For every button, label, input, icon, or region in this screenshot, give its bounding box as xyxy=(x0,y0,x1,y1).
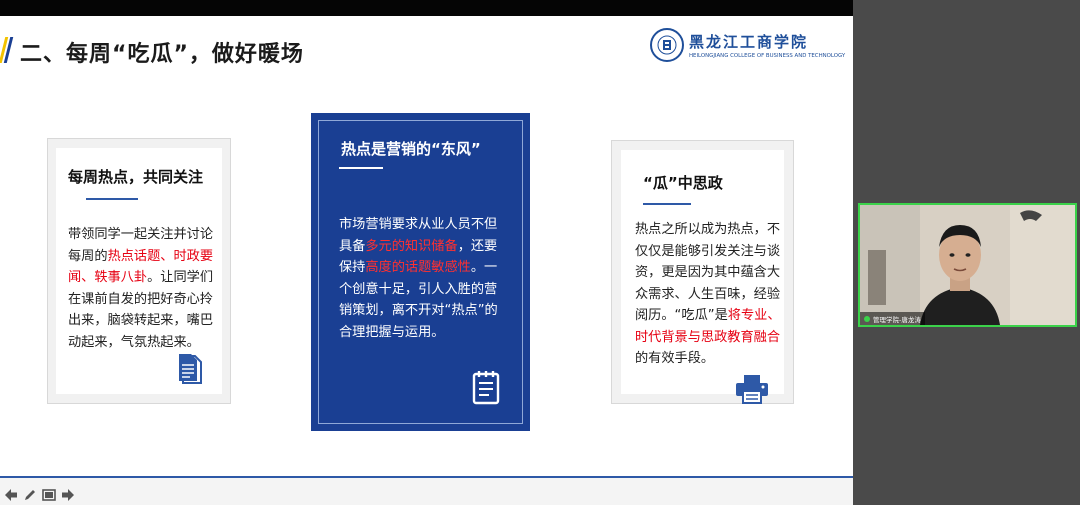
school-seal-icon xyxy=(650,28,684,62)
card-divider xyxy=(86,198,138,200)
document-icon xyxy=(179,354,202,384)
microphone-icon xyxy=(864,315,870,322)
slides-overview-button[interactable] xyxy=(41,487,56,502)
card-body: 热点之所以成为热点，不仅仅是能够引发关注与谈资，更是因为其中蕴含大众需求、人生百… xyxy=(635,222,781,366)
participant-video-tile[interactable]: 管理学院-唐龙涛 xyxy=(858,203,1077,327)
card-body: 市场营销要求从业人员不但具备多元的知识储备，还要保持高度的话题敏感性。一个创意十… xyxy=(339,217,498,340)
pen-icon xyxy=(24,489,35,500)
previous-slide-button[interactable] xyxy=(3,487,18,502)
notepad-icon xyxy=(472,371,500,405)
presentation-slide: 二、每周“吃瓜”，做好暖场 黑龙江工商学院 HEILONGJIANG COLLE… xyxy=(0,16,853,476)
participant-name: 管理学院-唐龙涛 xyxy=(873,315,921,324)
card-ideological-education: “瓜”中思政 热点之所以成为热点，不仅仅是能够引发关注与谈资，更是因为其中蕴含大… xyxy=(611,140,794,404)
pen-tool-button[interactable] xyxy=(22,487,37,502)
title-accent-bars xyxy=(0,37,14,63)
card-heading: “瓜”中思政 xyxy=(643,174,723,192)
school-logo: 黑龙江工商学院 HEILONGJIANG COLLEGE OF BUSINESS… xyxy=(650,28,845,62)
arrow-right-icon xyxy=(61,488,74,501)
card-heading: 热点是营销的“东风” xyxy=(341,140,481,158)
presentation-bottom-strip xyxy=(0,476,853,505)
card-heading: 每周热点，共同关注 xyxy=(68,168,204,186)
card-hotspot-marketing: 热点是营销的“东风” 市场营销要求从业人员不但具备多元的知识储备，还要保持高度的… xyxy=(311,113,530,431)
logo-name-en: HEILONGJIANG COLLEGE OF BUSINESS AND TEC… xyxy=(689,53,846,59)
slide-title: 二、每周“吃瓜”，做好暖场 xyxy=(20,42,304,67)
slides-icon xyxy=(41,488,56,501)
participant-name-bar: 管理学院-唐龙涛 xyxy=(860,312,925,325)
arrow-left-icon xyxy=(4,488,17,501)
card-divider xyxy=(643,203,691,205)
printer-icon xyxy=(736,375,768,404)
card-body: 带领同学一起关注并讨论每周的热点话题、时政要闻、轶事八卦。让同学们在课前自发的把… xyxy=(68,227,214,350)
card-weekly-hotspots: 每周热点，共同关注 带领同学一起关注并讨论每周的热点话题、时政要闻、轶事八卦。让… xyxy=(47,138,231,404)
participant-video-feed xyxy=(860,205,1075,325)
bottom-divider xyxy=(0,476,853,478)
card-divider xyxy=(339,167,383,169)
logo-name-cn: 黑龙江工商学院 xyxy=(689,33,809,51)
next-slide-button[interactable] xyxy=(60,487,75,502)
slide-toolbar xyxy=(3,487,75,502)
window-top-bar xyxy=(0,0,853,16)
